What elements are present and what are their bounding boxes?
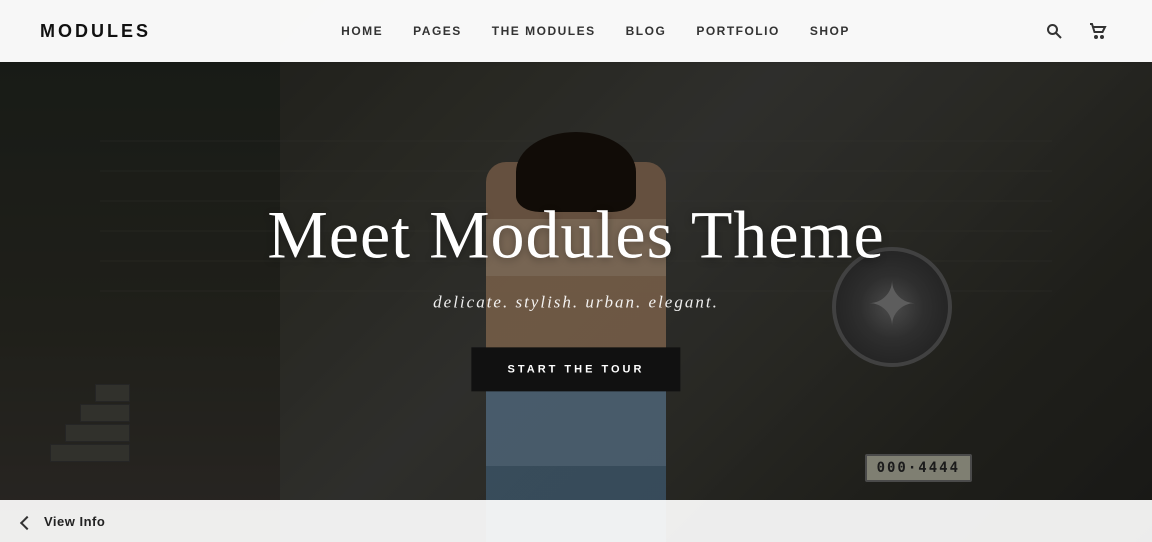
hero-content: Meet Modules Theme delicate. stylish. ur… (267, 197, 884, 391)
nav-link-shop[interactable]: SHOP (810, 24, 850, 38)
nav-link-pages[interactable]: PAGES (413, 24, 462, 38)
start-tour-button[interactable]: START THE TOUR (472, 347, 681, 391)
nav-link-blog[interactable]: BLOG (626, 24, 667, 38)
chevron-up-icon (20, 514, 34, 528)
view-info-label: View Info (44, 514, 105, 529)
nav-link-the-modules[interactable]: THE MODULES (492, 24, 596, 38)
brand-logo: MODULES (40, 21, 151, 42)
view-info-button[interactable]: View Info (20, 514, 105, 529)
navbar: MODULES HOME PAGES THE MODULES BLOG PORT… (0, 0, 1152, 62)
cart-icon (1089, 23, 1107, 39)
nav-icons (1040, 17, 1112, 45)
hero-title: Meet Modules Theme (267, 197, 884, 272)
nav-link-portfolio[interactable]: PORTFOLIO (696, 24, 780, 38)
nav-links: HOME PAGES THE MODULES BLOG PORTFOLIO SH… (341, 24, 850, 38)
hero-subtitle: delicate. stylish. urban. elegant. (267, 292, 884, 312)
nav-link-home[interactable]: HOME (341, 24, 383, 38)
search-icon (1046, 23, 1062, 39)
hero-section: ✦ 000·4444 MODULES HOME PAGES THE MODULE… (0, 0, 1152, 542)
view-info-bar: View Info (0, 500, 1152, 542)
cart-button[interactable] (1084, 17, 1112, 45)
search-button[interactable] (1040, 17, 1068, 45)
